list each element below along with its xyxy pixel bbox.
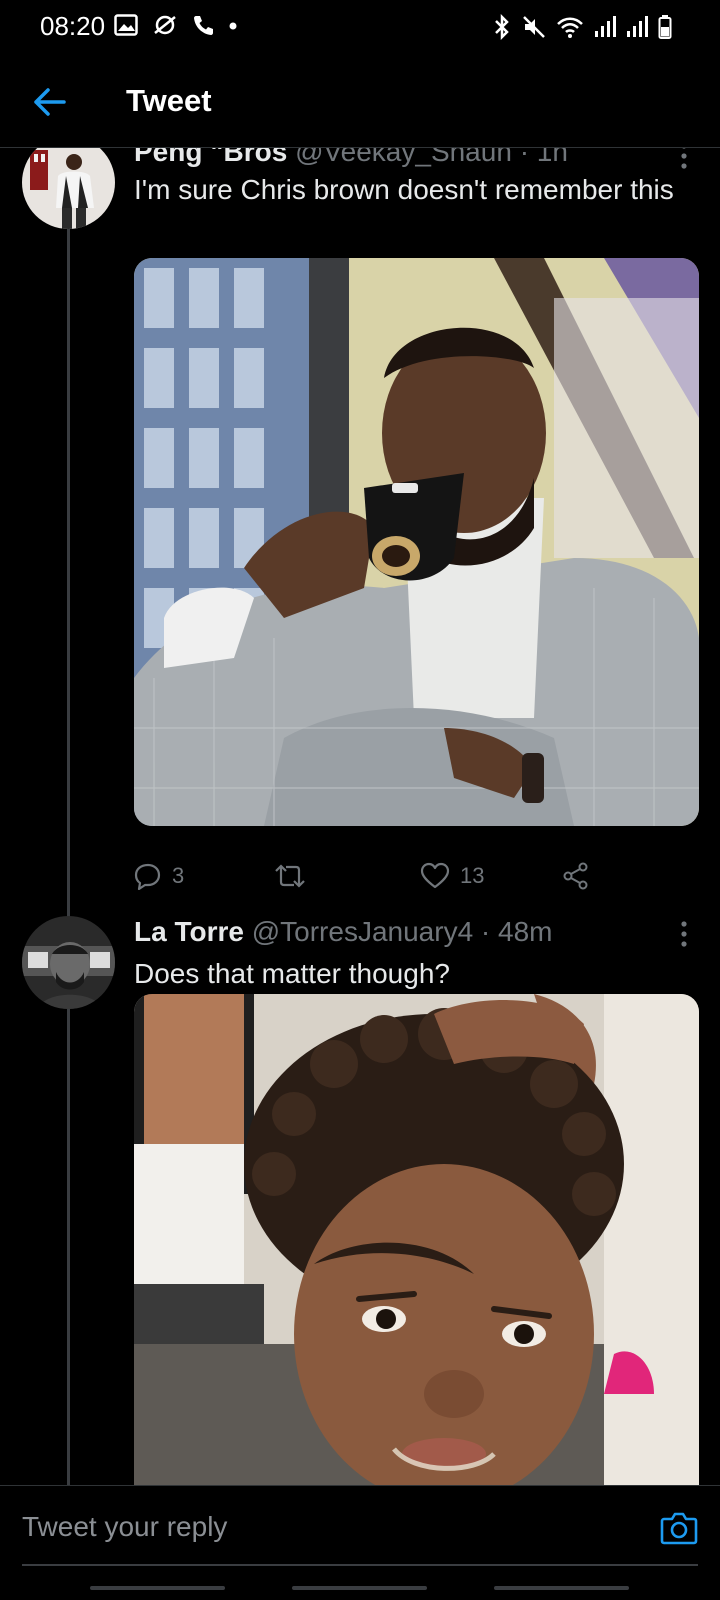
tweet-time: · 1h [519,148,568,167]
tweet[interactable]: Peng "Bros @Veekay_Shaun · 1h I'm sure C… [0,148,720,1036]
status-bar: 08:20 [0,0,720,56]
reply-input-underline [22,1564,698,1566]
user-handle[interactable]: @TorresJanuary4 [252,916,473,947]
reply-composer: Tweet your reply [0,1485,720,1600]
no-disturb-icon [154,15,176,35]
nav-hint-left [90,1586,225,1590]
signal-icon [595,16,616,37]
tweet-header: La Torre @TorresJanuary4 · 48m [134,916,553,948]
header: Tweet [0,56,720,148]
display-name[interactable]: La Torre [134,916,244,947]
like-count: 13 [460,863,485,888]
retweet-icon [275,864,305,888]
more-options-icon[interactable] [676,148,692,170]
tweet[interactable]: La Torre @TorresJanuary4 · 48m Does that… [0,916,720,1485]
gallery-icon [114,14,138,36]
tweet-time: · 48m [480,916,553,947]
photo-man-drinking [134,258,699,826]
reply-count: 3 [172,863,185,888]
tweet-image[interactable] [134,258,699,826]
avatar[interactable] [22,148,115,229]
reply-input[interactable]: Tweet your reply [22,1500,622,1554]
nav-hint-right [494,1586,629,1590]
mute-icon [523,16,545,38]
tweet-text: Does that matter though? [134,958,450,989]
retweet-button[interactable] [274,856,316,896]
back-arrow-icon[interactable] [30,82,70,122]
display-name[interactable]: Peng "Bros [134,148,287,167]
share-button[interactable] [562,856,590,896]
nav-hint-center [292,1586,427,1590]
photo-child-frowning [134,994,699,1485]
share-icon [563,862,588,890]
tweet-actions: 3 13 [134,856,604,896]
avatar[interactable] [22,916,115,1009]
signal-icon [627,16,648,37]
dot-icon [229,22,237,30]
page-title: Tweet [126,83,212,118]
more-options-icon[interactable] [676,920,692,948]
heart-icon [420,862,450,889]
status-time: 08:20 [40,11,106,41]
wifi-icon [557,17,583,38]
reply-button[interactable]: 3 [134,856,184,896]
battery-icon [658,15,672,39]
avatar-photo [22,148,115,229]
tweet-header: Peng "Bros @Veekay_Shaun · 1h [134,148,568,168]
bluetooth-icon [495,14,509,40]
avatar-photo [22,916,115,1009]
camera-icon[interactable] [660,1510,698,1546]
like-button[interactable]: 13 [420,856,484,896]
user-handle[interactable]: @Veekay_Shaun [295,148,512,167]
reply-icon [134,863,161,890]
tweet-text: I'm sure Chris brown doesn't remember th… [134,174,674,205]
tweet-image[interactable] [134,994,699,1485]
tweet-thread[interactable]: Peng "Bros @Veekay_Shaun · 1h I'm sure C… [0,148,720,1485]
phone-icon [194,16,213,35]
